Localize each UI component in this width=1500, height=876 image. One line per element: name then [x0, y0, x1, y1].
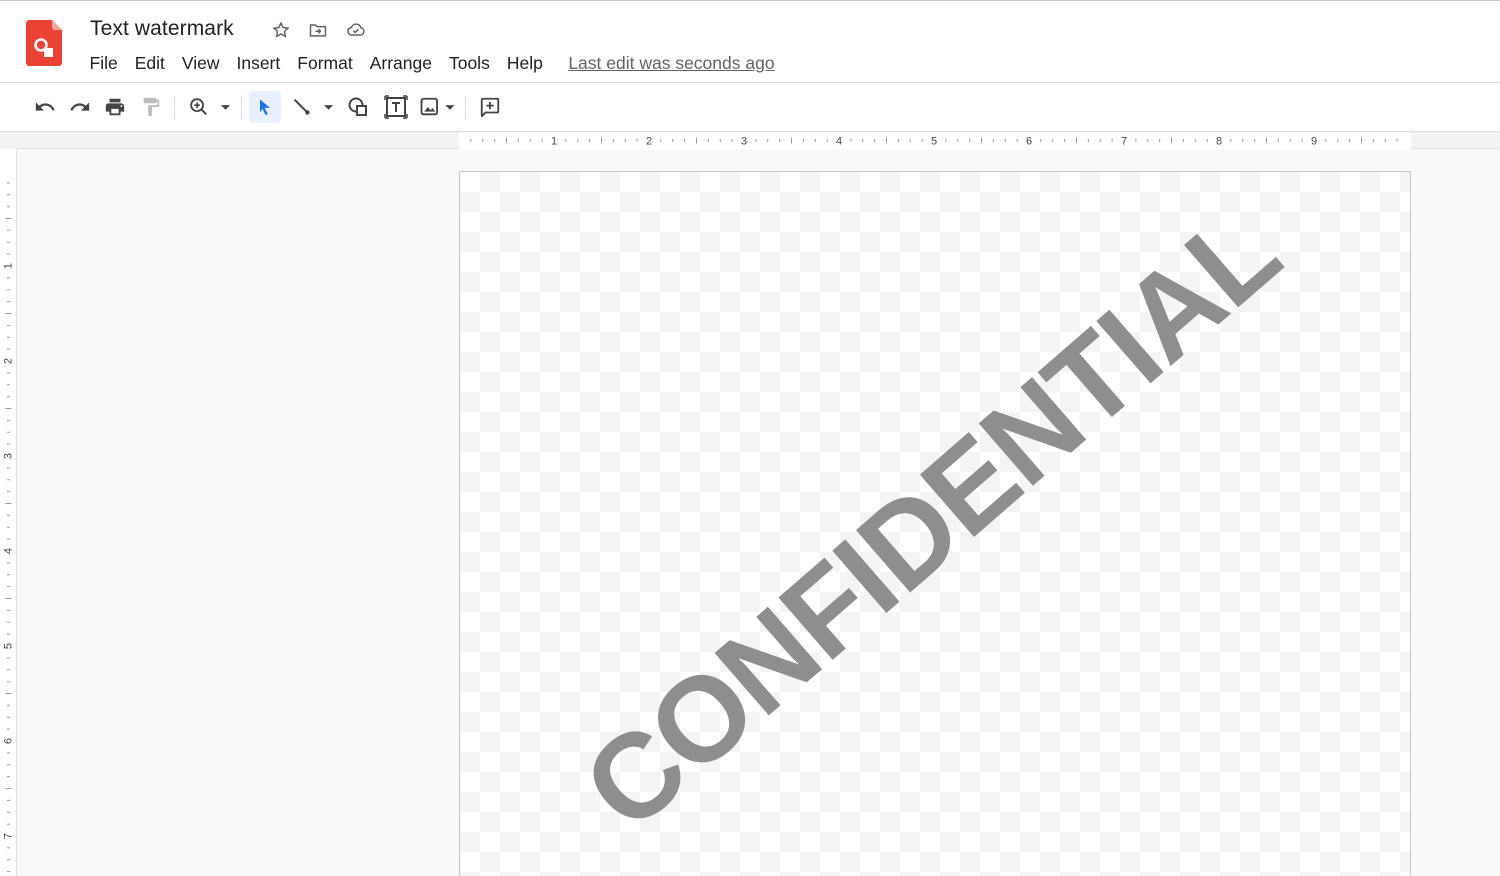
- paint-format-icon[interactable]: [137, 93, 165, 121]
- undo-icon[interactable]: [31, 93, 59, 121]
- print-icon[interactable]: [101, 93, 129, 121]
- ruler-label: 3: [741, 136, 747, 148]
- shape-icon[interactable]: [343, 93, 373, 121]
- ruler-label: 5: [3, 643, 15, 649]
- drawing-canvas[interactable]: 1 2 3 4 5 6 7 8 9 1 2 3 4 5 6 7 CONFIDENTIAL: [0, 132, 1500, 876]
- star-icon[interactable]: [269, 18, 293, 42]
- menu-edit[interactable]: Edit: [126, 49, 173, 77]
- menu-bar: File Edit View Insert Format Arrange Too…: [81, 49, 775, 77]
- toolbar: [0, 83, 1500, 131]
- horizontal-ruler[interactable]: 1 2 3 4 5 6 7 8 9: [17, 132, 1500, 149]
- select-icon[interactable]: [249, 91, 281, 123]
- ruler-label: 6: [3, 738, 15, 744]
- ruler-label: 3: [3, 453, 15, 459]
- toolbar-separator: [241, 97, 242, 119]
- ruler-label: 6: [1026, 136, 1032, 148]
- menu-help[interactable]: Help: [498, 49, 551, 77]
- menu-arrange[interactable]: Arrange: [361, 49, 440, 77]
- toolbar-separator: [465, 97, 466, 119]
- confidential-watermark-text[interactable]: CONFIDENTIAL: [558, 183, 1305, 857]
- cloud-saved-icon[interactable]: [344, 18, 368, 42]
- ruler-label: 2: [3, 358, 15, 364]
- zoom-icon[interactable]: [184, 93, 234, 121]
- last-edit-link[interactable]: Last edit was seconds ago: [568, 53, 774, 74]
- ruler-label: 1: [551, 136, 557, 148]
- document-title[interactable]: Text watermark: [90, 17, 234, 41]
- menu-tools[interactable]: Tools: [440, 49, 498, 77]
- ruler-label: 1: [3, 263, 15, 269]
- toolbar-separator: [174, 97, 175, 119]
- ruler-label: 5: [931, 136, 937, 148]
- line-icon[interactable]: [287, 93, 337, 121]
- ruler-label: 7: [1121, 136, 1127, 148]
- menu-insert[interactable]: Insert: [228, 49, 289, 77]
- drawings-logo-icon[interactable]: [26, 20, 64, 66]
- drawing-page[interactable]: CONFIDENTIAL: [459, 171, 1411, 876]
- ruler-label: 9: [1311, 136, 1317, 148]
- ruler-label: 2: [646, 136, 652, 148]
- text-box-icon[interactable]: [381, 93, 411, 121]
- ruler-label: 4: [836, 136, 842, 148]
- app-header: Text watermark File Edit View Insert For…: [0, 1, 1500, 82]
- menu-format[interactable]: Format: [289, 49, 361, 77]
- menu-file[interactable]: File: [81, 49, 126, 77]
- comment-icon[interactable]: [476, 93, 504, 121]
- redo-icon[interactable]: [66, 93, 94, 121]
- image-icon[interactable]: [417, 93, 459, 121]
- menu-view[interactable]: View: [173, 49, 228, 77]
- ruler-label: 7: [3, 833, 15, 839]
- vertical-ruler[interactable]: 1 2 3 4 5 6 7: [0, 149, 17, 876]
- ruler-label: 4: [3, 548, 15, 554]
- ruler-label: 8: [1216, 136, 1222, 148]
- ruler-corner: [0, 132, 17, 149]
- move-folder-icon[interactable]: [306, 18, 330, 42]
